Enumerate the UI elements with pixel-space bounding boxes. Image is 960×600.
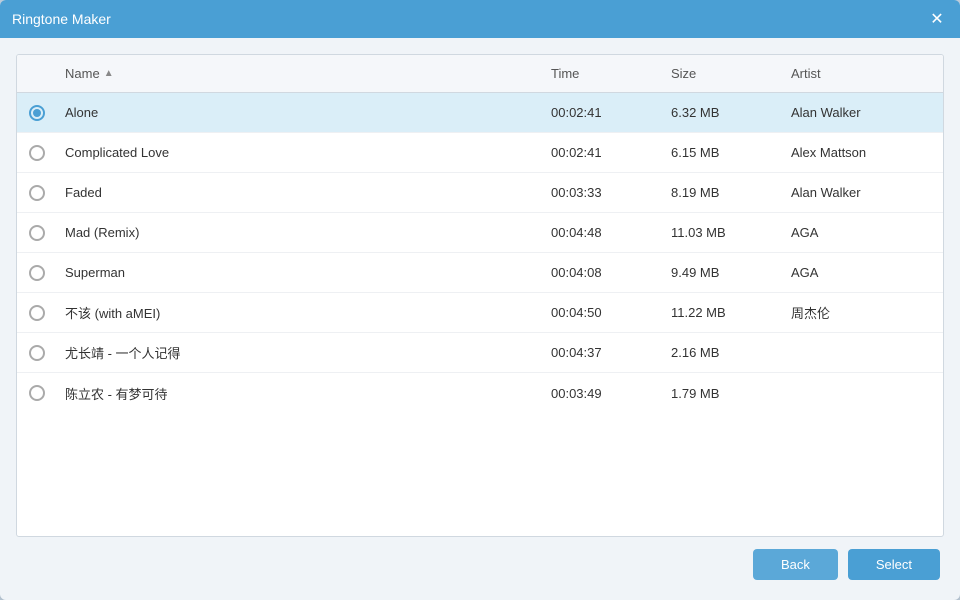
- table-row[interactable]: Faded 00:03:33 8.19 MB Alan Walker: [17, 173, 943, 213]
- app-window: Ringtone Maker ✕ Name ▲ Time Size Artist…: [0, 0, 960, 600]
- cell-size-1: 6.15 MB: [663, 145, 783, 160]
- cell-name-7: 陈立农 - 有梦可待: [57, 384, 543, 403]
- cell-time-3: 00:04:48: [543, 225, 663, 240]
- header-name[interactable]: Name ▲: [57, 66, 543, 81]
- cell-time-6: 00:04:37: [543, 345, 663, 360]
- cell-artist-3: AGA: [783, 225, 943, 240]
- cell-size-7: 1.79 MB: [663, 386, 783, 401]
- cell-artist-0: Alan Walker: [783, 105, 943, 120]
- header-time: Time: [543, 66, 663, 81]
- radio-cell-7[interactable]: [17, 385, 57, 401]
- radio-cell-6[interactable]: [17, 345, 57, 361]
- cell-name-4: Superman: [57, 265, 543, 280]
- radio-button-2[interactable]: [29, 185, 45, 201]
- cell-size-5: 11.22 MB: [663, 305, 783, 320]
- radio-cell-4[interactable]: [17, 265, 57, 281]
- close-button[interactable]: ✕: [926, 8, 948, 30]
- title-bar: Ringtone Maker ✕: [0, 0, 960, 38]
- table-row[interactable]: 尤长靖 - 一个人记得 00:04:37 2.16 MB: [17, 333, 943, 373]
- cell-size-6: 2.16 MB: [663, 345, 783, 360]
- radio-button-5[interactable]: [29, 305, 45, 321]
- cell-size-2: 8.19 MB: [663, 185, 783, 200]
- back-button[interactable]: Back: [753, 549, 838, 580]
- table-row[interactable]: Alone 00:02:41 6.32 MB Alan Walker: [17, 93, 943, 133]
- cell-name-2: Faded: [57, 185, 543, 200]
- cell-name-1: Complicated Love: [57, 145, 543, 160]
- cell-name-6: 尤长靖 - 一个人记得: [57, 343, 543, 362]
- cell-size-0: 6.32 MB: [663, 105, 783, 120]
- table-row[interactable]: 不该 (with aMEI) 00:04:50 11.22 MB 周杰伦: [17, 293, 943, 333]
- radio-button-4[interactable]: [29, 265, 45, 281]
- cell-time-5: 00:04:50: [543, 305, 663, 320]
- cell-time-4: 00:04:08: [543, 265, 663, 280]
- cell-name-0: Alone: [57, 105, 543, 120]
- radio-button-0[interactable]: [29, 105, 45, 121]
- cell-name-5: 不该 (with aMEI): [57, 303, 543, 322]
- cell-artist-5: 周杰伦: [783, 303, 943, 322]
- radio-cell-0[interactable]: [17, 105, 57, 121]
- cell-time-0: 00:02:41: [543, 105, 663, 120]
- table-row[interactable]: Complicated Love 00:02:41 6.15 MB Alex M…: [17, 133, 943, 173]
- cell-name-3: Mad (Remix): [57, 225, 543, 240]
- table-body: Alone 00:02:41 6.32 MB Alan Walker Compl…: [17, 93, 943, 536]
- select-button[interactable]: Select: [848, 549, 940, 580]
- radio-button-3[interactable]: [29, 225, 45, 241]
- table-row[interactable]: Mad (Remix) 00:04:48 11.03 MB AGA: [17, 213, 943, 253]
- cell-size-3: 11.03 MB: [663, 225, 783, 240]
- radio-button-7[interactable]: [29, 385, 45, 401]
- radio-button-6[interactable]: [29, 345, 45, 361]
- cell-time-1: 00:02:41: [543, 145, 663, 160]
- radio-button-1[interactable]: [29, 145, 45, 161]
- main-content: Name ▲ Time Size Artist Alone 00:02:41 6…: [0, 38, 960, 600]
- radio-cell-5[interactable]: [17, 305, 57, 321]
- cell-artist-1: Alex Mattson: [783, 145, 943, 160]
- song-table: Name ▲ Time Size Artist Alone 00:02:41 6…: [16, 54, 944, 537]
- cell-time-2: 00:03:33: [543, 185, 663, 200]
- table-row[interactable]: Superman 00:04:08 9.49 MB AGA: [17, 253, 943, 293]
- table-row[interactable]: 陈立农 - 有梦可待 00:03:49 1.79 MB: [17, 373, 943, 413]
- radio-cell-2[interactable]: [17, 185, 57, 201]
- radio-cell-3[interactable]: [17, 225, 57, 241]
- footer-actions: Back Select: [16, 549, 944, 584]
- cell-artist-4: AGA: [783, 265, 943, 280]
- header-size: Size: [663, 66, 783, 81]
- window-title: Ringtone Maker: [12, 11, 111, 27]
- cell-size-4: 9.49 MB: [663, 265, 783, 280]
- cell-artist-2: Alan Walker: [783, 185, 943, 200]
- radio-cell-1[interactable]: [17, 145, 57, 161]
- cell-time-7: 00:03:49: [543, 386, 663, 401]
- header-artist: Artist: [783, 66, 943, 81]
- table-header: Name ▲ Time Size Artist: [17, 55, 943, 93]
- sort-arrow-icon: ▲: [104, 68, 114, 79]
